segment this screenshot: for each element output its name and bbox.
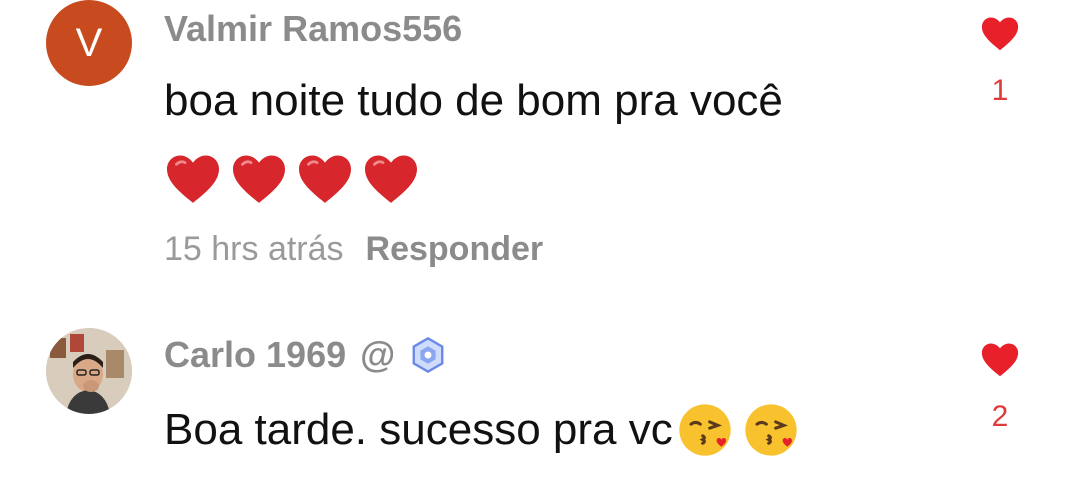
comment-item: V Valmir Ramos556 boa noite tudo de bom … bbox=[0, 0, 1080, 300]
comment-text-row: Boa tarde. sucesso pra vc bbox=[164, 402, 799, 458]
heart-emoji-row bbox=[164, 152, 420, 204]
user-photo-icon bbox=[46, 328, 132, 414]
kissing-face-emoji-icon bbox=[679, 404, 731, 456]
like-button[interactable]: 1 bbox=[978, 14, 1022, 108]
red-heart-emoji-icon bbox=[365, 155, 417, 203]
red-heart-emoji-icon bbox=[233, 155, 285, 203]
comment-text: Boa tarde. sucesso pra vc bbox=[164, 405, 673, 454]
comment-text: boa noite tudo de bom pra você bbox=[164, 76, 783, 125]
heart-like-icon[interactable] bbox=[979, 14, 1021, 52]
like-button[interactable]: 2 bbox=[978, 340, 1022, 434]
avatar[interactable]: V bbox=[46, 0, 132, 86]
avatar-letter: V bbox=[75, 20, 103, 65]
comment-username-row: Carlo 1969 @ bbox=[164, 334, 447, 376]
verified-badge-icon bbox=[412, 337, 444, 373]
like-count: 2 bbox=[991, 400, 1009, 433]
comment-username[interactable]: Carlo 1969 bbox=[164, 334, 346, 376]
kissing-face-emoji-icon bbox=[745, 404, 797, 456]
red-heart-emoji-icon bbox=[299, 155, 351, 203]
heart-like-icon[interactable] bbox=[979, 340, 1021, 378]
avatar[interactable] bbox=[46, 328, 132, 414]
comment-meta: 15 hrs atrás Responder bbox=[164, 230, 543, 269]
like-count: 1 bbox=[991, 74, 1009, 107]
comment-timestamp: 15 hrs atrás bbox=[164, 230, 344, 268]
mention-symbol: @ bbox=[360, 334, 396, 375]
comment-item: Carlo 1969 @ Boa tarde. sucesso pra vc 2 bbox=[0, 300, 1080, 480]
reply-button[interactable]: Responder bbox=[366, 230, 544, 269]
comment-username[interactable]: Valmir Ramos556 bbox=[164, 8, 462, 50]
red-heart-emoji-icon bbox=[167, 155, 219, 203]
